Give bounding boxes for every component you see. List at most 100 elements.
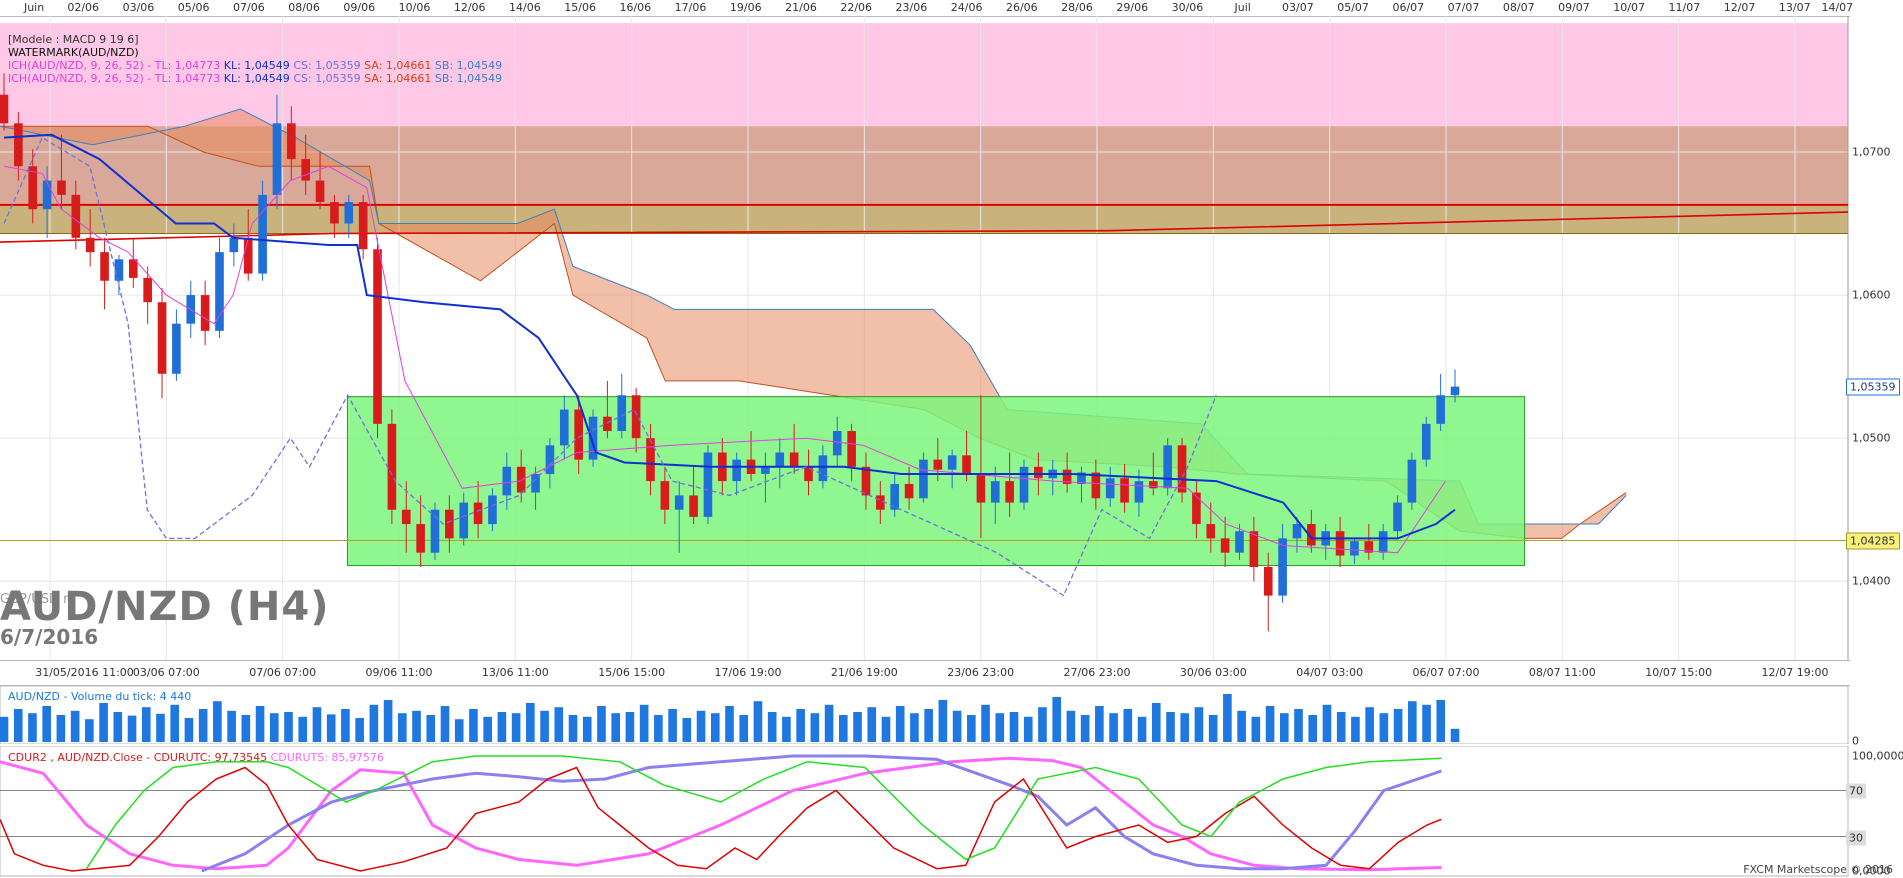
bottom-axis-label: 13/06 11:00 [481,666,549,679]
candle-body [1005,481,1014,503]
top-axis-label: 10/06 [398,1,431,14]
ich-name: ICH(AUD/NZD, 9, 26, 52) - [8,59,152,72]
top-axis-label: 17/06 [674,1,707,14]
volume-bar [13,709,23,742]
oscillator-legend: CDUR2 , AUD/NZD.Close - CDURUTC: 97,7354… [8,751,384,764]
volume-bar [0,716,9,742]
candle-body [775,452,785,467]
candle-body [1034,466,1043,479]
candle-body [1134,481,1144,503]
volume-bar [284,712,293,742]
candle-body [215,252,224,331]
price-tick: 1,0700 [1852,145,1891,159]
candle-body [85,237,95,253]
candle-body [1220,538,1230,553]
candle-body [1421,423,1431,460]
osc-axis-max: 100,0000 [1852,749,1903,763]
candle-body [344,202,354,224]
level-price-badge: 1,04285 [1846,532,1900,549]
volume-bar [1180,713,1190,742]
volume-bar [369,704,379,742]
candle-body [516,466,526,493]
top-axis-label: 08/07 [1502,1,1535,14]
bottom-axis-label: 08/07 11:00 [1528,666,1596,679]
volume-bar [1009,712,1019,742]
top-axis-label: 24/06 [950,1,983,14]
volume-bar [312,707,322,742]
current-price-badge: 1,05359 [1846,378,1900,396]
candle-body [947,455,957,470]
osc-name: CDUR2 , AUD/NZD.Close - [8,751,151,764]
volume-bar [426,715,436,742]
volume-bar [1351,716,1360,742]
candle-body [1278,538,1287,596]
ich-tl: TL: 1,04773 [154,59,221,72]
volume-bar [611,713,621,742]
ich-sb: SB: 1,04549 [434,59,503,72]
candle-body [603,416,612,432]
volume-bar [511,713,521,742]
volume-bar [824,704,834,742]
volume-bar [127,715,137,742]
candle-body [732,459,741,482]
volume-bar [710,713,720,742]
volume-bar [597,706,606,742]
candle-body [71,194,81,238]
candle-body [1350,541,1359,556]
top-axis-label: 07/06 [232,1,265,14]
candle-body [473,502,483,525]
volume-bar [85,719,94,742]
bottom-axis-label: 31/05/2016 11:00 [35,666,134,679]
candle-body [660,481,670,510]
bottom-axis-label: 23/06 23:00 [947,666,1015,679]
candle-body [401,509,411,525]
volume-bar [910,713,919,742]
volume-bar [1123,709,1133,742]
volume-bar [654,715,663,742]
volume-bar [1279,713,1289,742]
volume-bar [355,718,364,742]
volume-bar [113,712,123,742]
oscillator-chart[interactable] [0,746,1903,878]
volume-bar [981,704,990,742]
bottom-axis-label: 27/06 23:00 [1063,666,1131,679]
volume-bar [298,716,308,742]
volume-bar [582,716,592,742]
candle-body [976,473,986,503]
candle-body [919,459,928,499]
candle-body [301,159,311,181]
candle-body [229,237,239,253]
ich-legend-row-2: ICH(AUD/NZD, 9, 26, 52) - TL: 1,04773 KL… [8,72,502,85]
top-axis-label: 06/07 [1392,1,1425,14]
volume-chart[interactable] [0,686,1903,744]
top-axis-label: 05/06 [177,1,210,14]
volume-bar [469,709,478,742]
volume-bar [1251,716,1261,742]
candle-body [373,249,382,424]
top-axis-label: 21/06 [785,1,817,14]
candle-body [689,495,698,517]
volume-bar [1038,707,1047,742]
top-axis-label: 07/07 [1447,1,1480,14]
candle-body [14,123,23,167]
volume-bar [526,703,535,742]
ich-kl: KL: 1,04549 [223,72,290,85]
ich-sa: SA: 1,04661 [364,59,432,72]
candle-body [358,202,368,250]
volume-bar [326,714,336,742]
volume-bar [1322,704,1332,742]
candle-body [1019,466,1029,503]
candle-body [617,395,627,432]
candle-body [459,502,469,539]
volume-bar [241,715,251,742]
candle-body [818,455,828,482]
volume-bar [170,704,180,742]
candle-body [1163,445,1172,489]
price-chart[interactable] [0,16,1903,660]
volume-bar [995,713,1005,742]
candle-body [1436,395,1445,424]
volume-bar [881,716,891,742]
top-axis-label: 29/06 [1116,1,1149,14]
bottom-axis-label: 30/06 03:00 [1179,666,1247,679]
bottom-date-axis: 31/05/2016 11:00 03/06 07:00 07/06 07:00 09… [0,660,1850,686]
